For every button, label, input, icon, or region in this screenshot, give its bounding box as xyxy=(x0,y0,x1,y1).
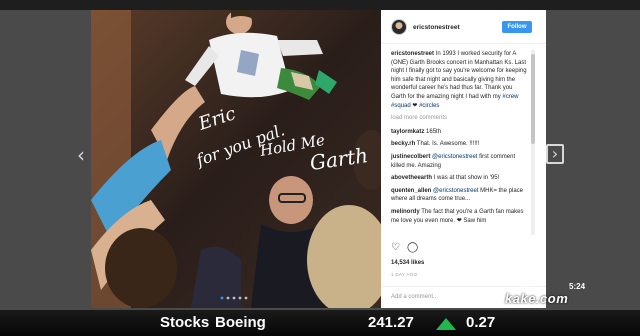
comment-username[interactable]: melinordy xyxy=(391,209,420,215)
post-username[interactable]: ericstonestreet xyxy=(413,24,460,31)
ticker-company: Boeing xyxy=(215,314,266,331)
comments-list: ericstonestreet In 1993 I worked securit… xyxy=(391,50,529,235)
comment: justinecolbert @ericstonestreet first co… xyxy=(391,153,529,170)
caption-username[interactable]: ericstonestreet xyxy=(391,51,434,57)
news-broadcast-frame: ‹ › Eric for you pal. Hold Me Garth eric… xyxy=(0,0,640,336)
caption-text: In 1993 I worked security for A (ONE) Ga… xyxy=(391,51,527,100)
station-logo: kake.com xyxy=(505,291,569,306)
follow-button[interactable]: Follow xyxy=(502,21,532,33)
scrollbar-thumb[interactable] xyxy=(531,54,535,144)
caption-hashtag[interactable]: #crew xyxy=(502,94,518,100)
comment: becky.rh That. Is. Awesome. !!!!!! xyxy=(391,140,529,149)
top-dark-strip xyxy=(0,0,640,10)
post-timestamp: 1 DAY AGO xyxy=(391,272,418,277)
comment-text: 165th xyxy=(426,128,442,135)
broadcast-time: 5:24 xyxy=(569,282,586,291)
comment-username[interactable]: quenten_allen xyxy=(391,188,431,194)
ticker-label: Stocks xyxy=(160,314,210,331)
comment: taylormkatz 165th xyxy=(391,128,529,137)
comment-username[interactable]: abovetheearth xyxy=(391,175,432,181)
likes-count[interactable]: 14,534 likes xyxy=(391,260,424,266)
caption-hashtag[interactable]: #squad xyxy=(391,103,411,109)
comment-username[interactable]: justinecolbert xyxy=(391,154,430,160)
instagram-post: Eric for you pal. Hold Me Garth ericston… xyxy=(91,10,546,308)
caption-hashtag[interactable]: #circles xyxy=(419,103,439,109)
comment-username[interactable]: becky.rh xyxy=(391,141,415,147)
stock-ticker: Stocks Boeing 241.27 0.27 xyxy=(0,310,640,336)
station-bug: 72° 5:24 kake.com xyxy=(505,280,635,310)
ticker-price: 241.27 xyxy=(368,314,414,331)
heart-emoji-icon: ❤ xyxy=(412,102,418,109)
comment-text: That. Is. Awesome. !!!!!! xyxy=(416,141,480,148)
post-header: ericstonestreet Follow xyxy=(381,10,546,44)
comment: abovetheearth I was at that show in '95! xyxy=(391,174,529,183)
post-photo: Eric for you pal. Hold Me Garth xyxy=(91,10,381,308)
comment: quenten_allen @ericstonestreet MHK= the … xyxy=(391,187,529,204)
comment-mention[interactable]: @ericstonestreet xyxy=(433,188,478,194)
weather-temp: 72° xyxy=(521,282,534,291)
chevron-left-icon[interactable]: ‹ xyxy=(72,144,90,166)
comment-username[interactable]: taylormkatz xyxy=(391,129,424,135)
comment: melinordy The fact that you're a Garth f… xyxy=(391,208,529,225)
ticker-change: 0.27 xyxy=(466,314,496,331)
up-arrow-icon xyxy=(436,318,456,330)
load-more-comments-link[interactable]: load more comments xyxy=(391,114,529,123)
caption: ericstonestreet In 1993 I worked securit… xyxy=(391,50,529,110)
comment-text: I was at that show in '95! xyxy=(433,175,500,182)
chevron-right-icon[interactable]: › xyxy=(546,144,564,164)
comment-mention[interactable]: @ericstonestreet xyxy=(432,154,477,160)
avatar[interactable] xyxy=(391,19,407,35)
comment-bubble-icon[interactable]: ◯ xyxy=(407,242,418,254)
heart-icon[interactable]: ♡ xyxy=(391,242,400,254)
comments-scrollbar[interactable] xyxy=(531,50,535,235)
concert-photo-illustration: Eric for you pal. Hold Me Garth xyxy=(91,10,381,308)
post-sidebar: ericstonestreet Follow ericstonestreet I… xyxy=(381,10,546,308)
post-actions: ♡ ◯ xyxy=(391,242,531,254)
